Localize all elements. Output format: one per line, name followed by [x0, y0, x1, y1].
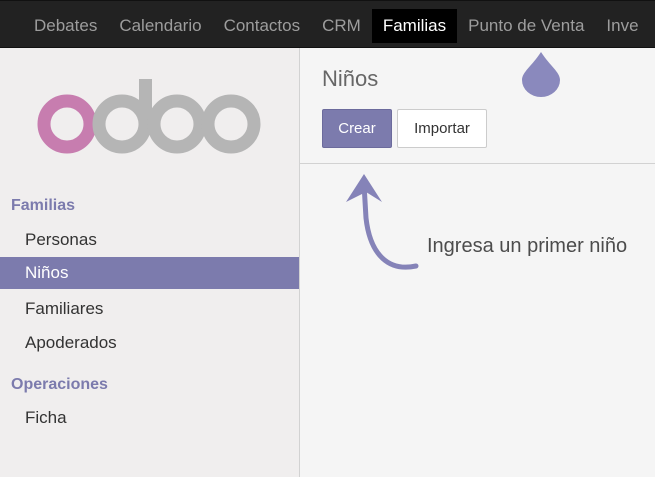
menu-item-punto-de-venta[interactable]: Punto de Venta: [457, 9, 595, 43]
menu-item-crm[interactable]: CRM: [311, 9, 372, 43]
create-button[interactable]: Crear: [322, 109, 392, 148]
sidebar-item-ninos[interactable]: Niños: [0, 257, 299, 289]
menu-item-familias[interactable]: Familias: [371, 9, 458, 43]
import-button[interactable]: Importar: [397, 109, 487, 148]
control-panel: Niños Crear Importar: [300, 48, 655, 164]
sidebar-item-personas[interactable]: Personas: [0, 224, 299, 256]
menu-item-contactos[interactable]: Contactos: [213, 9, 312, 43]
sidebar-item-apoderados[interactable]: Apoderados: [0, 327, 299, 359]
section-title-familias: Familias: [11, 197, 76, 214]
top-navbar: Debates Calendario Contactos CRM Familia…: [0, 0, 655, 48]
menu-item-inventario[interactable]: Inve: [595, 9, 649, 43]
drop-icon: [520, 50, 562, 103]
curved-arrow-up-icon: [330, 168, 420, 278]
top-menu: Debates Calendario Contactos CRM Familia…: [23, 9, 650, 43]
menu-item-calendario[interactable]: Calendario: [108, 9, 212, 43]
sidebar-item-familiares[interactable]: Familiares: [0, 293, 299, 325]
main-content: Niños Crear Importar Ingresa un primer n…: [300, 48, 655, 477]
sidebar: Familias Personas Niños Familiares Apode…: [0, 48, 300, 477]
page-title: Niños: [322, 66, 379, 91]
sidebar-item-ficha[interactable]: Ficha: [0, 402, 299, 434]
section-title-operaciones: Operaciones: [11, 376, 108, 393]
empty-help-text: Ingresa un primer niño: [427, 235, 628, 257]
odoo-logo[interactable]: [35, 78, 263, 159]
menu-item-debates[interactable]: Debates: [23, 9, 108, 43]
